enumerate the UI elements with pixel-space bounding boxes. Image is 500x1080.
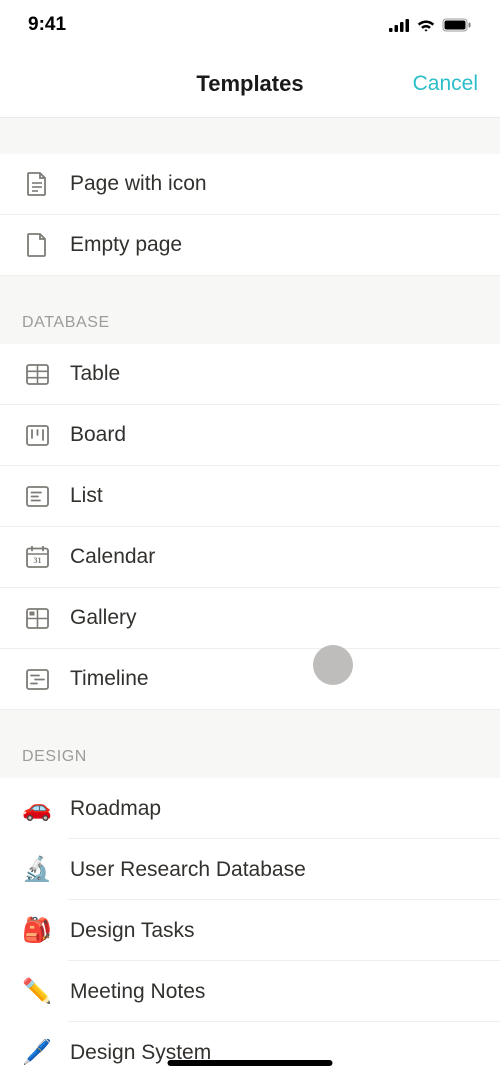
nav-bar: Templates Cancel	[0, 50, 500, 118]
template-label: Page with icon	[70, 172, 207, 196]
template-user-research-database[interactable]: 🔬 User Research Database	[0, 839, 500, 900]
template-label: Gallery	[70, 606, 137, 630]
backpack-icon: 🎒	[22, 916, 52, 946]
template-page-with-icon[interactable]: Page with icon	[0, 154, 500, 215]
template-label: Roadmap	[70, 797, 161, 821]
empty-page-icon	[22, 230, 52, 260]
gallery-icon	[22, 603, 52, 633]
status-bar: 9:41	[0, 0, 500, 50]
template-label: Empty page	[70, 233, 182, 257]
template-table[interactable]: Table	[0, 344, 500, 405]
template-label: Board	[70, 423, 126, 447]
table-icon	[22, 359, 52, 389]
template-calendar[interactable]: 31 Calendar	[0, 527, 500, 588]
template-label: Timeline	[70, 667, 149, 691]
template-label: Meeting Notes	[70, 980, 205, 1004]
template-design-tasks[interactable]: 🎒 Design Tasks	[0, 900, 500, 961]
template-empty-page[interactable]: Empty page	[0, 215, 500, 276]
pen-icon: 🖊️	[22, 1038, 52, 1068]
template-label: Design Tasks	[70, 919, 195, 943]
template-label: Table	[70, 362, 120, 386]
section-spacer	[0, 118, 500, 154]
section-header-design: DESIGN	[0, 710, 500, 778]
status-time: 9:41	[28, 14, 66, 36]
template-gallery[interactable]: Gallery	[0, 588, 500, 649]
home-indicator[interactable]	[168, 1060, 333, 1066]
microscope-icon: 🔬	[22, 855, 52, 885]
template-board[interactable]: Board	[0, 405, 500, 466]
template-timeline[interactable]: Timeline	[0, 649, 500, 710]
template-roadmap[interactable]: 🚗 Roadmap	[0, 778, 500, 839]
templates-list[interactable]: Page with icon Empty page DATABASE Table…	[0, 118, 500, 1080]
cellular-icon	[389, 18, 410, 32]
cancel-button[interactable]: Cancel	[413, 72, 478, 96]
template-label: Calendar	[70, 545, 155, 569]
database-group: Table Board List 31 Calendar Gallery	[0, 344, 500, 710]
calendar-icon: 31	[22, 542, 52, 572]
wifi-icon	[416, 18, 436, 32]
list-icon	[22, 481, 52, 511]
page-icon	[22, 169, 52, 199]
template-label: User Research Database	[70, 858, 306, 882]
battery-icon	[442, 18, 472, 32]
template-design-system[interactable]: 🖊️ Design System	[0, 1022, 500, 1080]
basics-group: Page with icon Empty page	[0, 154, 500, 276]
section-header-database: DATABASE	[0, 276, 500, 344]
svg-text:31: 31	[33, 556, 41, 565]
template-meeting-notes[interactable]: ✏️ Meeting Notes	[0, 961, 500, 1022]
template-list[interactable]: List	[0, 466, 500, 527]
design-group: 🚗 Roadmap 🔬 User Research Database 🎒 Des…	[0, 778, 500, 1080]
pencil-icon: ✏️	[22, 977, 52, 1007]
board-icon	[22, 420, 52, 450]
page-title: Templates	[196, 71, 303, 97]
timeline-icon	[22, 664, 52, 694]
template-label: List	[70, 484, 103, 508]
car-icon: 🚗	[22, 794, 52, 824]
status-icons	[389, 18, 472, 32]
